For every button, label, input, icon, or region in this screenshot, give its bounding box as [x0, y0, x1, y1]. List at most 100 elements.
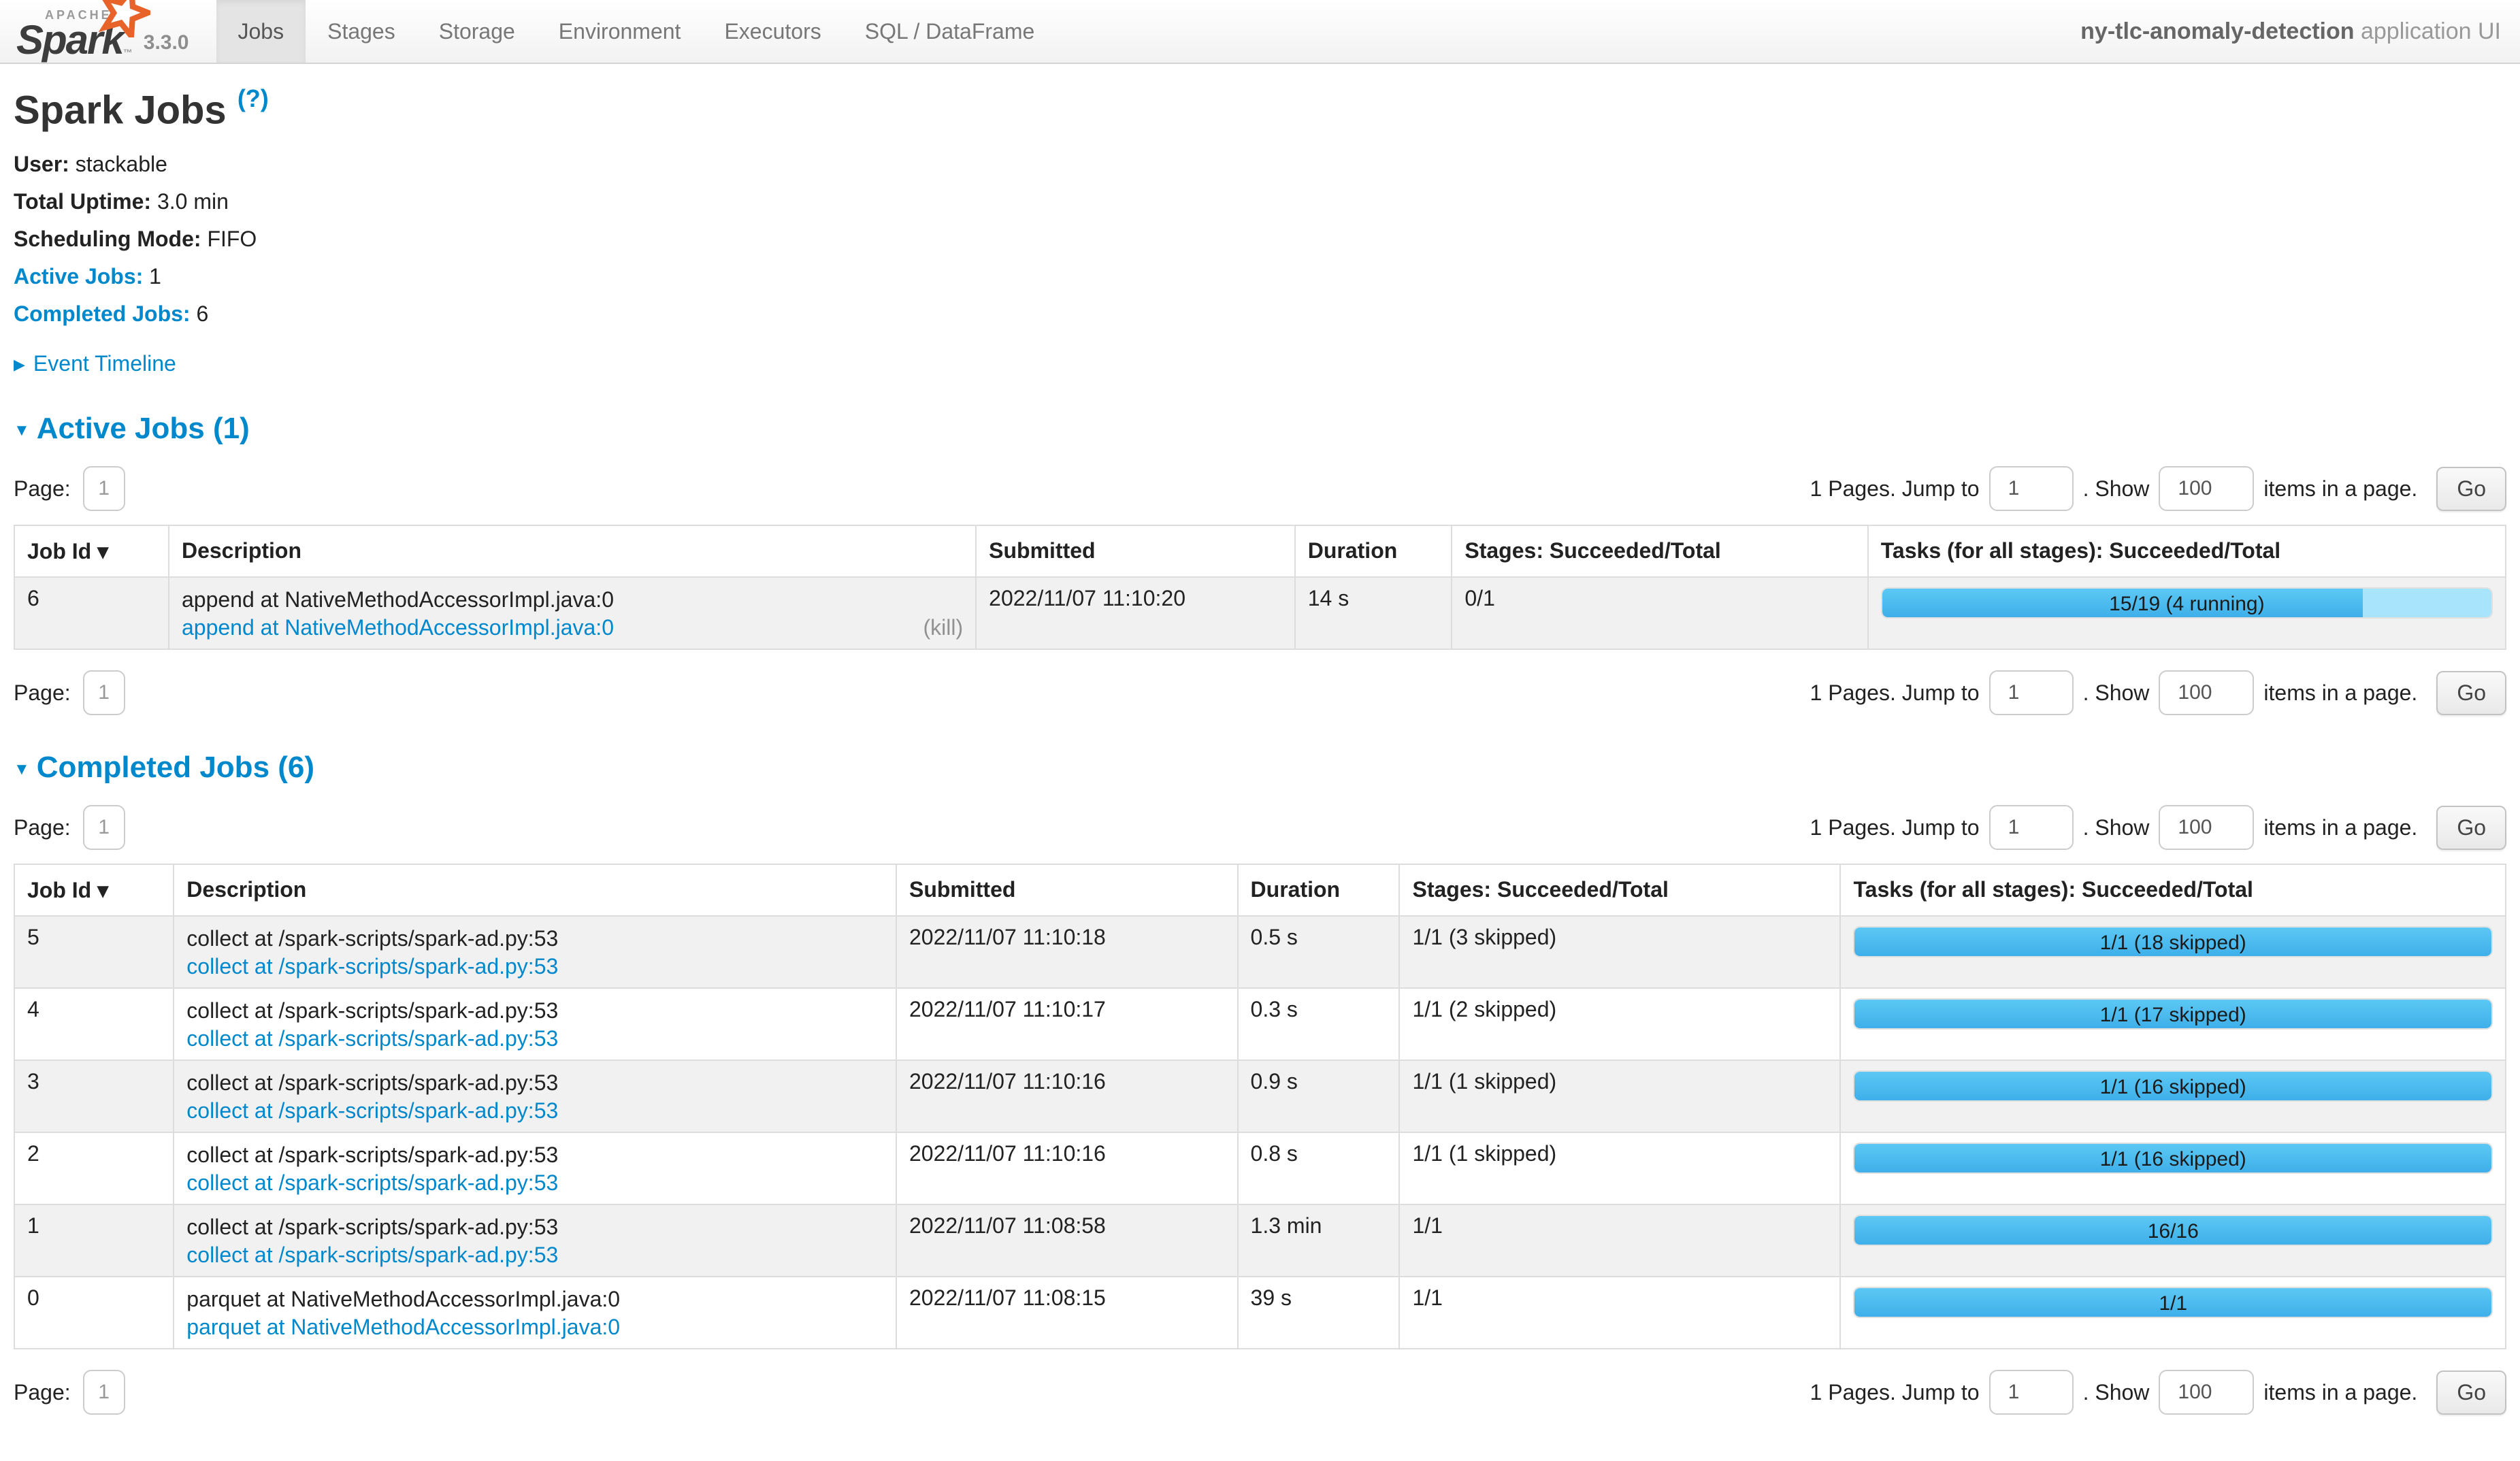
job-description: collect at /spark-scripts/spark-ad.py:53 [186, 998, 883, 1023]
job-description-link[interactable]: collect at /spark-scripts/spark-ad.py:53 [186, 954, 558, 979]
description-cell: collect at /spark-scripts/spark-ad.py:53… [174, 1132, 896, 1204]
description-cell: collect at /spark-scripts/spark-ad.py:53… [174, 988, 896, 1060]
job-id-cell: 5 [14, 916, 174, 988]
task-progress-bar: 1/1 [1853, 1287, 2493, 1318]
page-number-input[interactable] [83, 805, 125, 850]
header-stages[interactable]: Stages: Succeeded/Total [1452, 525, 1867, 577]
active-jobs-link[interactable]: Active Jobs: [14, 264, 143, 289]
jump-to-page-input[interactable] [1989, 1370, 2074, 1415]
active-jobs-section-header[interactable]: ▼Active Jobs (1) [14, 412, 2506, 446]
active-jobs-pagination-bottom: Page: 1 Pages. Jump to . Show items in a… [14, 670, 2506, 715]
jump-to-page-input[interactable] [1989, 466, 2074, 511]
go-button[interactable]: Go [2436, 806, 2506, 850]
tab-stages[interactable]: Stages [306, 0, 417, 63]
completed-jobs-link[interactable]: Completed Jobs: [14, 301, 191, 326]
header-duration[interactable]: Duration [1295, 525, 1452, 577]
jump-to-page-input[interactable] [1989, 670, 2074, 715]
job-description: collect at /spark-scripts/spark-ad.py:53 [186, 1143, 883, 1168]
completed-job-row: 4 collect at /spark-scripts/spark-ad.py:… [14, 988, 2506, 1060]
spark-logo: APACHESpark™ [16, 9, 131, 57]
page-size-input[interactable] [2159, 805, 2254, 850]
page-size-input[interactable] [2159, 670, 2254, 715]
stages-cell: 1/1 [1399, 1204, 1840, 1277]
page-size-input[interactable] [2159, 466, 2254, 511]
page-number-input[interactable] [83, 670, 125, 715]
kill-job-link[interactable]: (kill) [923, 615, 964, 640]
tasks-cell: 1/1 (16 skipped) [1840, 1132, 2506, 1204]
duration-cell: 0.3 s [1238, 988, 1400, 1060]
completed-job-row: 1 collect at /spark-scripts/spark-ad.py:… [14, 1204, 2506, 1277]
stages-cell: 0/1 [1452, 577, 1867, 649]
tab-storage[interactable]: Storage [417, 0, 537, 63]
header-stages[interactable]: Stages: Succeeded/Total [1399, 864, 1840, 916]
submitted-cell: 2022/11/07 11:10:18 [896, 916, 1238, 988]
job-description-link[interactable]: collect at /spark-scripts/spark-ad.py:53 [186, 1243, 558, 1268]
show-text: . Show [2083, 815, 2150, 840]
job-description: parquet at NativeMethodAccessorImpl.java… [186, 1287, 883, 1312]
header-submitted[interactable]: Submitted [896, 864, 1238, 916]
jump-to-page-input[interactable] [1989, 805, 2074, 850]
job-description-link[interactable]: collect at /spark-scripts/spark-ad.py:53 [186, 1026, 558, 1051]
submitted-cell: 2022/11/07 11:10:16 [896, 1132, 1238, 1204]
header-job-id[interactable]: Job Id ▾ [14, 864, 174, 916]
job-description-link[interactable]: collect at /spark-scripts/spark-ad.py:53 [186, 1098, 558, 1123]
duration-cell: 1.3 min [1238, 1204, 1400, 1277]
job-description: collect at /spark-scripts/spark-ad.py:53 [186, 1070, 883, 1096]
completed-job-row: 2 collect at /spark-scripts/spark-ad.py:… [14, 1132, 2506, 1204]
spark-logo-link[interactable]: APACHESpark™ 3.3.0 [0, 0, 203, 63]
application-suffix: application UI [2355, 18, 2501, 44]
duration-cell: 0.8 s [1238, 1132, 1400, 1204]
header-description[interactable]: Description [174, 864, 896, 916]
completed-jobs-section-header[interactable]: ▼Completed Jobs (6) [14, 751, 2506, 785]
show-text: . Show [2083, 1380, 2150, 1405]
header-submitted[interactable]: Submitted [976, 525, 1295, 577]
tasks-cell: 1/1 (16 skipped) [1840, 1060, 2506, 1132]
go-button[interactable]: Go [2436, 1370, 2506, 1415]
duration-cell: 0.9 s [1238, 1060, 1400, 1132]
go-button[interactable]: Go [2436, 467, 2506, 511]
spark-star-icon [99, 0, 150, 37]
job-description-link[interactable]: collect at /spark-scripts/spark-ad.py:53 [186, 1170, 558, 1196]
tab-executors[interactable]: Executors [702, 0, 842, 63]
page-number-input[interactable] [83, 466, 125, 511]
application-name: ny-tlc-anomaly-detection [2080, 18, 2354, 44]
expand-arrow-icon: ▼ [14, 760, 30, 778]
tab-jobs[interactable]: Jobs [216, 0, 306, 63]
job-id-cell: 2 [14, 1132, 174, 1204]
event-timeline-toggle[interactable]: ▶Event Timeline [14, 351, 2506, 376]
summary-scheduling-mode: Scheduling Mode: FIFO [14, 227, 2506, 252]
help-tooltip-link[interactable]: (?) [238, 84, 269, 112]
header-tasks[interactable]: Tasks (for all stages): Succeeded/Total [1868, 525, 2506, 577]
header-job-id[interactable]: Job Id ▾ [14, 525, 169, 577]
page-number-input[interactable] [83, 1370, 125, 1415]
tab-sql-dataframe[interactable]: SQL / DataFrame [843, 0, 1057, 63]
page-size-input[interactable] [2159, 1370, 2254, 1415]
pages-total-text: 1 Pages. Jump to [1810, 476, 1980, 502]
tasks-cell: 1/1 [1840, 1277, 2506, 1349]
header-tasks[interactable]: Tasks (for all stages): Succeeded/Total [1840, 864, 2506, 916]
page-label: Page: [14, 476, 71, 502]
items-text: items in a page. [2263, 1380, 2417, 1405]
expand-arrow-icon: ▼ [14, 421, 30, 440]
header-description[interactable]: Description [169, 525, 976, 577]
tab-environment[interactable]: Environment [537, 0, 703, 63]
go-button[interactable]: Go [2436, 671, 2506, 715]
submitted-cell: 2022/11/07 11:08:58 [896, 1204, 1238, 1277]
description-cell: collect at /spark-scripts/spark-ad.py:53… [174, 916, 896, 988]
description-cell: collect at /spark-scripts/spark-ad.py:53… [174, 1060, 896, 1132]
stages-cell: 1/1 (1 skipped) [1399, 1060, 1840, 1132]
header-duration[interactable]: Duration [1238, 864, 1400, 916]
tasks-cell: 16/16 [1840, 1204, 2506, 1277]
job-id-cell: 0 [14, 1277, 174, 1349]
job-id-cell: 3 [14, 1060, 174, 1132]
job-description-link[interactable]: parquet at NativeMethodAccessorImpl.java… [186, 1315, 620, 1340]
progress-label: 1/1 (17 skipped) [1854, 1000, 2491, 1028]
submitted-cell: 2022/11/07 11:10:16 [896, 1060, 1238, 1132]
event-timeline-label: Event Timeline [33, 351, 176, 376]
job-description-link[interactable]: append at NativeMethodAccessorImpl.java:… [182, 615, 614, 640]
progress-label: 1/1 (16 skipped) [1854, 1144, 2491, 1172]
progress-label: 16/16 [1854, 1216, 2491, 1245]
submitted-cell: 2022/11/07 11:10:17 [896, 988, 1238, 1060]
submitted-cell: 2022/11/07 11:10:20 [976, 577, 1295, 649]
job-id-cell: 4 [14, 988, 174, 1060]
